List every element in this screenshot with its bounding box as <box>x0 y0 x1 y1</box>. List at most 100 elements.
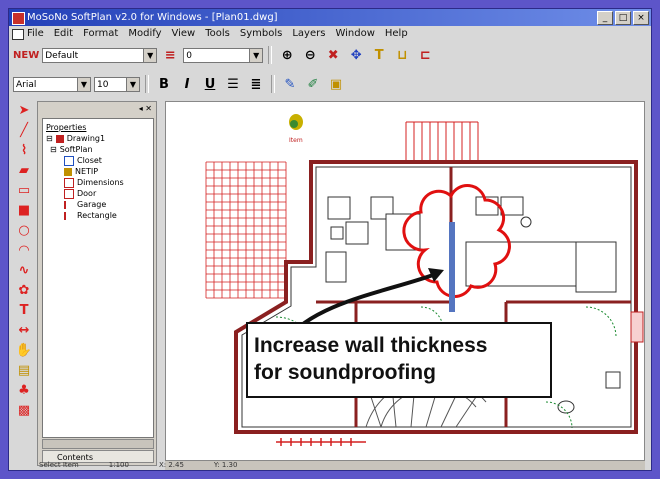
maximize-button[interactable]: □ <box>615 11 631 25</box>
text-icon[interactable]: T <box>369 45 389 65</box>
main-toolbar: NEW Default ▼ ≡ 0 ▼ ⊕ ⊖ ✖ ✥ T ⊔ ⊏ <box>9 42 651 68</box>
menu-help[interactable]: Help <box>385 26 408 41</box>
spline-tool-icon[interactable]: ∿ <box>15 261 33 279</box>
menu-tools[interactable]: Tools <box>205 26 230 41</box>
bold-button[interactable]: B <box>154 74 174 94</box>
layer-select[interactable]: Default ▼ <box>42 47 158 63</box>
filled-rect-tool-icon[interactable]: ■ <box>15 201 33 219</box>
panel-scrollbar[interactable] <box>42 439 154 449</box>
tree-item[interactable]: Closet <box>46 155 150 166</box>
callout-line-2: for soundproofing <box>254 361 436 384</box>
polyline-tool-icon[interactable]: ⌇ <box>15 141 33 159</box>
marker-icon <box>289 114 303 130</box>
dimension-icon <box>64 177 74 188</box>
menu-view[interactable]: View <box>172 26 196 41</box>
highlighted-wall <box>449 222 455 312</box>
text-tool-icon[interactable]: T <box>15 301 33 319</box>
image-tool-icon[interactable]: ▩ <box>15 401 33 419</box>
width-select[interactable]: 0 ▼ <box>183 47 264 63</box>
title-bar: MoSoNo SoftPlan v2.0 for Windows - [Plan… <box>9 9 651 26</box>
layer-tree: Properties ⊟ Drawing1 ⊟ SoftPlan Closet … <box>42 118 154 438</box>
chevron-down-icon: ▼ <box>77 77 90 91</box>
italic-button[interactable]: I <box>177 74 197 94</box>
tree-title: Properties <box>46 123 87 132</box>
dimension-icon[interactable]: ⊏ <box>415 45 435 65</box>
symbol-tool-icon[interactable]: ▤ <box>15 361 33 379</box>
arc-tool-icon[interactable]: ◠ <box>15 241 33 259</box>
tree-item[interactable]: Door <box>46 188 150 199</box>
tree-root[interactable]: ⊟ Drawing1 <box>46 133 150 144</box>
tree-item[interactable]: Rectangle <box>46 210 150 221</box>
separator <box>268 46 273 64</box>
new-button[interactable]: NEW <box>13 50 39 61</box>
document-icon <box>12 29 24 40</box>
chevron-down-icon: ▼ <box>126 77 139 91</box>
separator <box>271 75 275 93</box>
net-icon <box>64 167 72 176</box>
pen-icon <box>55 134 64 143</box>
close-button[interactable]: × <box>633 11 649 25</box>
tree-item[interactable]: Garage <box>46 199 150 210</box>
door-icon <box>64 188 74 199</box>
minimize-button[interactable]: _ <box>597 11 613 25</box>
line-tool-icon[interactable]: ╱ <box>15 121 33 139</box>
cloud-tool-icon[interactable]: ✿ <box>15 281 33 299</box>
width-select-value: 0 <box>186 50 192 61</box>
size-select[interactable]: 10 ▼ <box>94 76 140 92</box>
stamp-tool-icon[interactable]: ♣ <box>15 381 33 399</box>
paint-icon[interactable]: ✐ <box>303 74 323 94</box>
app-window: MoSoNo SoftPlan v2.0 for Windows - [Plan… <box>8 8 652 471</box>
line-style-icon[interactable]: ≡ <box>160 45 180 65</box>
separator <box>145 75 149 93</box>
menu-layers[interactable]: Layers <box>292 26 325 41</box>
rectangle-icon <box>64 211 74 220</box>
status-bar: Select Item 1:100 X: 2.45 Y: 1.30 <box>9 460 651 470</box>
wall-tool-icon[interactable]: ▰ <box>15 161 33 179</box>
size-select-value: 10 <box>97 79 109 90</box>
underline-button[interactable]: U <box>200 74 220 94</box>
drawing-canvas[interactable]: Item <box>165 101 645 461</box>
circle-tool-icon[interactable]: ○ <box>15 221 33 239</box>
layer-select-value: Default <box>45 50 79 61</box>
menu-symbols[interactable]: Symbols <box>240 26 282 41</box>
menu-bar: File Edit Format Modify View Tools Symbo… <box>9 26 651 41</box>
marker-label: Item <box>289 137 303 144</box>
align-left-icon[interactable]: ☰ <box>223 74 243 94</box>
format-toolbar: Arial ▼ 10 ▼ B I U ☰ ≣ ✎ ✐ ▣ <box>9 71 651 97</box>
menu-edit[interactable]: Edit <box>54 26 73 41</box>
menu-format[interactable]: Format <box>83 26 118 41</box>
pen-icon[interactable]: ✎ <box>280 74 300 94</box>
menu-file[interactable]: File <box>27 26 44 41</box>
zoom-in-icon[interactable]: ⊕ <box>277 45 297 65</box>
status-y: Y: 1.30 <box>213 461 238 469</box>
status-scale: 1:100 <box>108 461 129 469</box>
font-select[interactable]: Arial ▼ <box>13 76 91 92</box>
rectangle-tool-icon[interactable]: ▭ <box>15 181 33 199</box>
callout-box: Increase wall thickness for soundproofin… <box>246 322 552 398</box>
properties-panel: ◂ ✕ Properties ⊟ Drawing1 ⊟ SoftPlan Clo… <box>37 101 157 466</box>
pan-tool-icon[interactable]: ✋ <box>15 341 33 359</box>
status-mode: Select Item <box>39 461 79 469</box>
balcony-grid <box>205 161 287 299</box>
dimension-tool-icon[interactable]: ↔ <box>15 321 33 339</box>
measure-icon[interactable]: ⊔ <box>392 45 412 65</box>
menu-window[interactable]: Window <box>335 26 374 41</box>
tree-item[interactable]: Dimensions <box>46 177 150 188</box>
tree-group[interactable]: ⊟ SoftPlan <box>46 144 150 155</box>
font-select-value: Arial <box>16 79 37 90</box>
fill-icon[interactable]: ▣ <box>326 74 346 94</box>
align-center-icon[interactable]: ≣ <box>246 74 266 94</box>
app-icon <box>12 12 25 25</box>
zoom-out-icon[interactable]: ⊖ <box>300 45 320 65</box>
select-arrow-icon[interactable]: ➤ <box>15 101 33 119</box>
garage-icon <box>64 200 74 209</box>
minus-icon: ⊟ <box>46 134 53 143</box>
chevron-down-icon: ▼ <box>143 48 157 62</box>
tree-item[interactable]: NETIP <box>46 166 150 177</box>
minus-icon: ⊟ <box>50 145 57 154</box>
menu-modify[interactable]: Modify <box>128 26 161 41</box>
delete-icon[interactable]: ✖ <box>323 45 343 65</box>
callout-line-1: Increase wall thickness <box>254 334 488 357</box>
move-icon[interactable]: ✥ <box>346 45 366 65</box>
top-stairs <box>405 121 479 162</box>
